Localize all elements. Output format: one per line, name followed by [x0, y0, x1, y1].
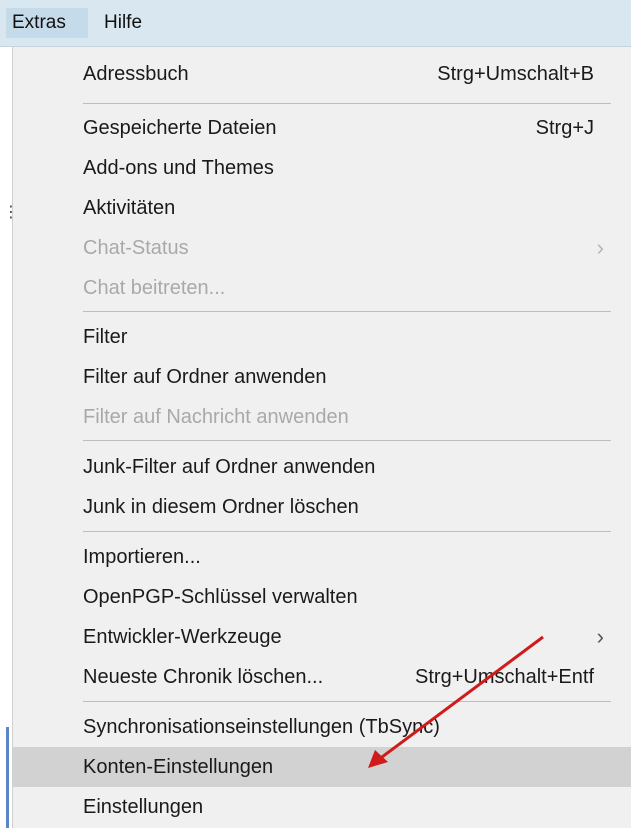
menu-item-aktivitaeten[interactable]: Aktivitäten	[13, 188, 631, 228]
menu-item-addons-themes[interactable]: Add-ons und Themes	[13, 148, 631, 188]
menu-item-label: Filter auf Nachricht anwenden	[83, 406, 349, 428]
menu-item-label: Junk in diesem Ordner löschen	[83, 496, 359, 518]
menu-item-chat-status: Chat-Status ›	[13, 228, 631, 268]
menu-item-label: Entwickler-Werkzeuge	[83, 626, 282, 648]
extras-dropdown-menu: Adressbuch Strg+Umschalt+B Gespeicherte …	[12, 47, 631, 828]
menu-item-synchronisation[interactable]: Synchronisationseinstellungen (TbSync)	[13, 707, 631, 747]
menu-item-label: Filter auf Ordner anwenden	[83, 366, 327, 388]
window-edge-accent	[6, 727, 9, 828]
menu-separator	[83, 440, 611, 441]
menu-item-chronik-loeschen[interactable]: Neueste Chronik löschen... Strg+Umschalt…	[13, 657, 631, 697]
menu-item-shortcut: Strg+J	[535, 117, 594, 139]
menu-item-label: Adressbuch	[83, 63, 189, 85]
menu-item-filter[interactable]: Filter	[13, 317, 631, 357]
menu-item-label: Filter	[83, 326, 128, 348]
menu-item-label: OpenPGP-Schlüssel verwalten	[83, 586, 358, 608]
menubar-extras[interactable]: Extras	[6, 8, 88, 38]
menu-item-filter-auf-ordner[interactable]: Filter auf Ordner anwenden	[13, 357, 631, 397]
menu-item-junk-filter[interactable]: Junk-Filter auf Ordner anwenden	[13, 447, 631, 487]
menu-item-label: Importieren...	[83, 546, 201, 568]
menu-item-adressbuch[interactable]: Adressbuch Strg+Umschalt+B	[13, 54, 631, 94]
menu-item-label: Einstellungen	[83, 796, 204, 818]
menubar-hilfe[interactable]: Hilfe	[98, 8, 142, 38]
menu-item-label: Aktivitäten	[83, 197, 176, 219]
menu-item-chat-beitreten: Chat beitreten...	[13, 268, 631, 308]
menu-item-konten-einstellungen[interactable]: Konten-Einstellungen	[13, 747, 631, 787]
menu-item-shortcut: Strg+Umschalt+Entf	[415, 666, 594, 688]
menu-item-filter-auf-nachricht: Filter auf Nachricht anwenden	[13, 397, 631, 437]
menu-item-gespeicherte-dateien[interactable]: Gespeicherte Dateien Strg+J	[13, 108, 631, 148]
chevron-right-icon: ›	[596, 624, 604, 649]
chevron-right-icon: ›	[596, 235, 604, 260]
menu-item-entwickler-werkzeuge[interactable]: Entwickler-Werkzeuge ›	[13, 617, 631, 657]
menu-separator	[83, 531, 611, 532]
menu-bar: Extras Hilfe	[0, 0, 631, 47]
menu-item-label: Konten-Einstellungen	[83, 756, 274, 778]
menu-separator	[83, 701, 611, 702]
menu-item-label: Neueste Chronik löschen...	[83, 666, 324, 688]
menu-item-openpgp[interactable]: OpenPGP-Schlüssel verwalten	[13, 577, 631, 617]
menu-separator	[83, 311, 611, 312]
menu-item-label: Gespeicherte Dateien	[83, 117, 277, 139]
menu-item-importieren[interactable]: Importieren...	[13, 537, 631, 577]
menu-item-label: Junk-Filter auf Ordner anwenden	[83, 456, 376, 478]
menu-item-shortcut: Strg+Umschalt+B	[437, 63, 594, 85]
menu-item-label: Add-ons und Themes	[83, 157, 274, 179]
menu-separator	[83, 103, 611, 104]
menu-item-label: Synchronisationseinstellungen (TbSync)	[83, 716, 440, 738]
menu-item-label: Chat beitreten...	[83, 277, 226, 299]
menu-item-einstellungen[interactable]: Einstellungen	[13, 787, 631, 827]
window-left-edge: ⋮	[0, 47, 19, 828]
menu-item-junk-loeschen[interactable]: Junk in diesem Ordner löschen	[13, 487, 631, 527]
menu-item-label: Chat-Status	[83, 237, 189, 259]
